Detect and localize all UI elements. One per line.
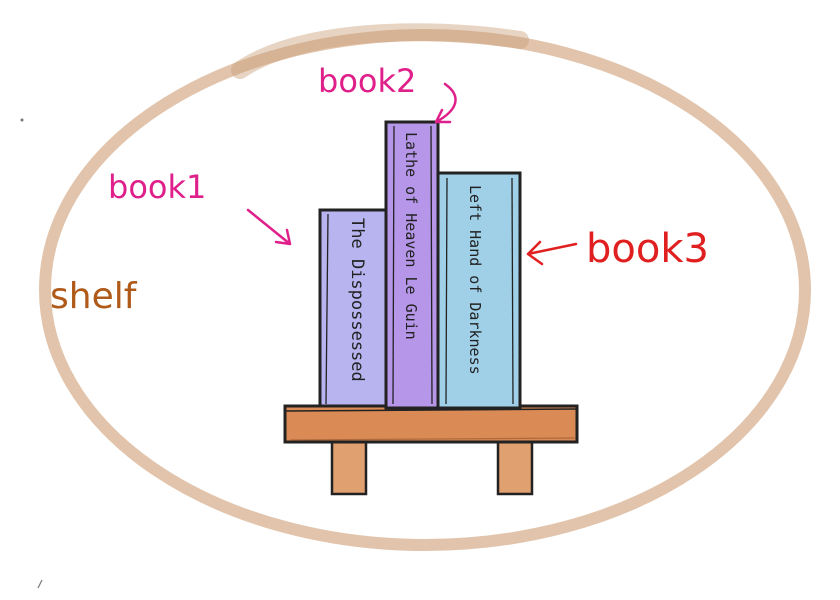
label-book3: book3 xyxy=(586,226,709,272)
book2: Lathe of Heaven Le Guin xyxy=(384,120,440,410)
stray-dot xyxy=(20,118,24,122)
arrow-book3 xyxy=(526,240,578,266)
shelf xyxy=(283,404,579,496)
sketch-canvas: The Dispossessed Lathe of Heaven Le Guin… xyxy=(20,23,811,589)
label-shelf: shelf xyxy=(50,276,138,317)
book2-spine-title: Lathe of Heaven Le Guin xyxy=(402,132,420,340)
label-book1: book1 xyxy=(108,168,206,206)
label-book2: book2 xyxy=(318,62,416,100)
stray-mark xyxy=(37,579,43,589)
book1-spine-title: The Dispossessed xyxy=(347,218,367,382)
shelf-leg-right xyxy=(496,436,534,496)
shelf-leg-left xyxy=(330,436,368,496)
book3: Left Hand of Darkness xyxy=(436,171,522,410)
book3-spine-title: Left Hand of Darkness xyxy=(466,185,484,375)
arrow-book2 xyxy=(434,82,457,124)
arrow-book1 xyxy=(246,208,292,246)
